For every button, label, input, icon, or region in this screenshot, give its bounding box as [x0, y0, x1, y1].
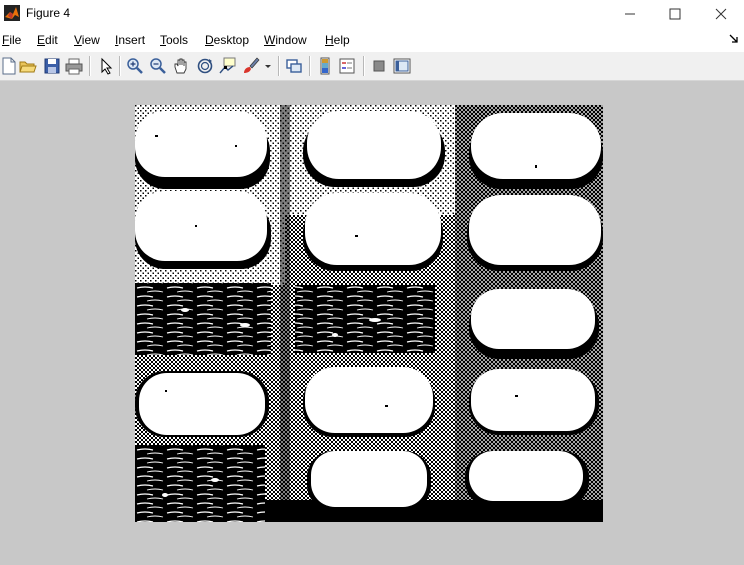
menu-window[interactable]: Window: [264, 33, 307, 47]
toolbar-separator: [309, 56, 311, 76]
pan-button[interactable]: [172, 57, 190, 75]
insert-colorbar-button[interactable]: [316, 57, 334, 75]
hide-plot-tools-button[interactable]: [370, 57, 388, 75]
minimize-icon: [625, 13, 635, 15]
zoom-out-button[interactable]: [149, 57, 167, 75]
menu-help-label: elp: [333, 33, 350, 47]
menu-bar: File Edit View Insert Tools Desktop Wind…: [0, 28, 744, 52]
thresholded-pill-blister-image: [135, 105, 603, 522]
toolbar-separator: [89, 56, 91, 76]
menu-tools-label: ools: [166, 33, 189, 47]
show-plot-tools-icon: [393, 58, 411, 74]
minimize-button[interactable]: [607, 0, 653, 28]
print-icon: [65, 58, 83, 75]
menu-help[interactable]: Help: [325, 33, 350, 47]
open-file-button[interactable]: [19, 57, 37, 75]
menu-file[interactable]: File: [2, 33, 21, 47]
link-plot-button[interactable]: [285, 57, 303, 75]
data-cursor-button[interactable]: [218, 57, 236, 75]
menu-view-label: iew: [81, 33, 100, 47]
menu-tools[interactable]: Tools: [160, 33, 188, 47]
edit-plot-button[interactable]: [97, 57, 115, 75]
edit-plot-arrow-icon: [101, 57, 113, 75]
toolbar-separator: [278, 56, 280, 76]
toolbar-separator: [363, 56, 365, 76]
print-button[interactable]: [65, 57, 83, 75]
maximize-icon: [669, 8, 681, 20]
show-plot-tools-button[interactable]: [393, 57, 411, 75]
menu-help-mnemonic: H: [325, 33, 334, 47]
brush-icon: [244, 57, 260, 73]
menu-edit-mnemonic: E: [37, 33, 46, 47]
close-button[interactable]: [698, 0, 744, 28]
menu-insert[interactable]: Insert: [115, 33, 145, 47]
pan-hand-icon: [174, 58, 187, 74]
data-cursor-icon: [219, 57, 236, 74]
zoom-in-icon: [127, 58, 143, 74]
insert-legend-button[interactable]: [338, 57, 356, 75]
legend-icon: [339, 58, 355, 74]
toolbar-separator: [119, 56, 121, 76]
title-bar: Figure 4: [0, 0, 744, 28]
dock-figure-icon[interactable]: [729, 34, 739, 44]
colorbar-icon: [320, 57, 330, 75]
save-icon: [44, 58, 60, 74]
matlab-logo-icon: [4, 5, 20, 21]
menu-window-mnemonic: W: [264, 33, 276, 47]
menu-window-label: indow: [275, 33, 307, 47]
menu-desktop-label: esktop: [213, 33, 250, 47]
brush-button[interactable]: [242, 57, 260, 75]
binary-image-display[interactable]: [135, 105, 603, 522]
brush-dropdown-button[interactable]: [263, 57, 273, 75]
link-plot-icon: [286, 59, 302, 73]
new-figure-icon: [2, 57, 16, 75]
zoom-in-button[interactable]: [126, 57, 144, 75]
menu-view[interactable]: View: [74, 33, 100, 47]
zoom-out-icon: [150, 58, 166, 74]
menu-desktop[interactable]: Desktop: [205, 33, 249, 47]
hide-plot-tools-icon: [373, 60, 385, 72]
new-figure-button[interactable]: [0, 57, 18, 75]
brush-dropdown-icon: [265, 65, 271, 68]
menu-file-label: ile: [9, 33, 22, 47]
maximize-button[interactable]: [652, 0, 698, 28]
rotate-3d-icon: [197, 58, 213, 74]
save-button[interactable]: [43, 57, 61, 75]
menu-edit-label: dit: [45, 33, 58, 47]
menu-edit[interactable]: Edit: [37, 33, 58, 47]
menu-desktop-mnemonic: D: [205, 33, 214, 47]
rotate-3d-button[interactable]: [196, 57, 214, 75]
open-file-icon: [19, 61, 37, 73]
figure-toolbar: [0, 52, 744, 81]
close-icon: [715, 8, 727, 20]
menu-view-mnemonic: V: [74, 33, 82, 47]
window-title: Figure 4: [26, 6, 71, 20]
menu-insert-label: nsert: [118, 33, 146, 47]
